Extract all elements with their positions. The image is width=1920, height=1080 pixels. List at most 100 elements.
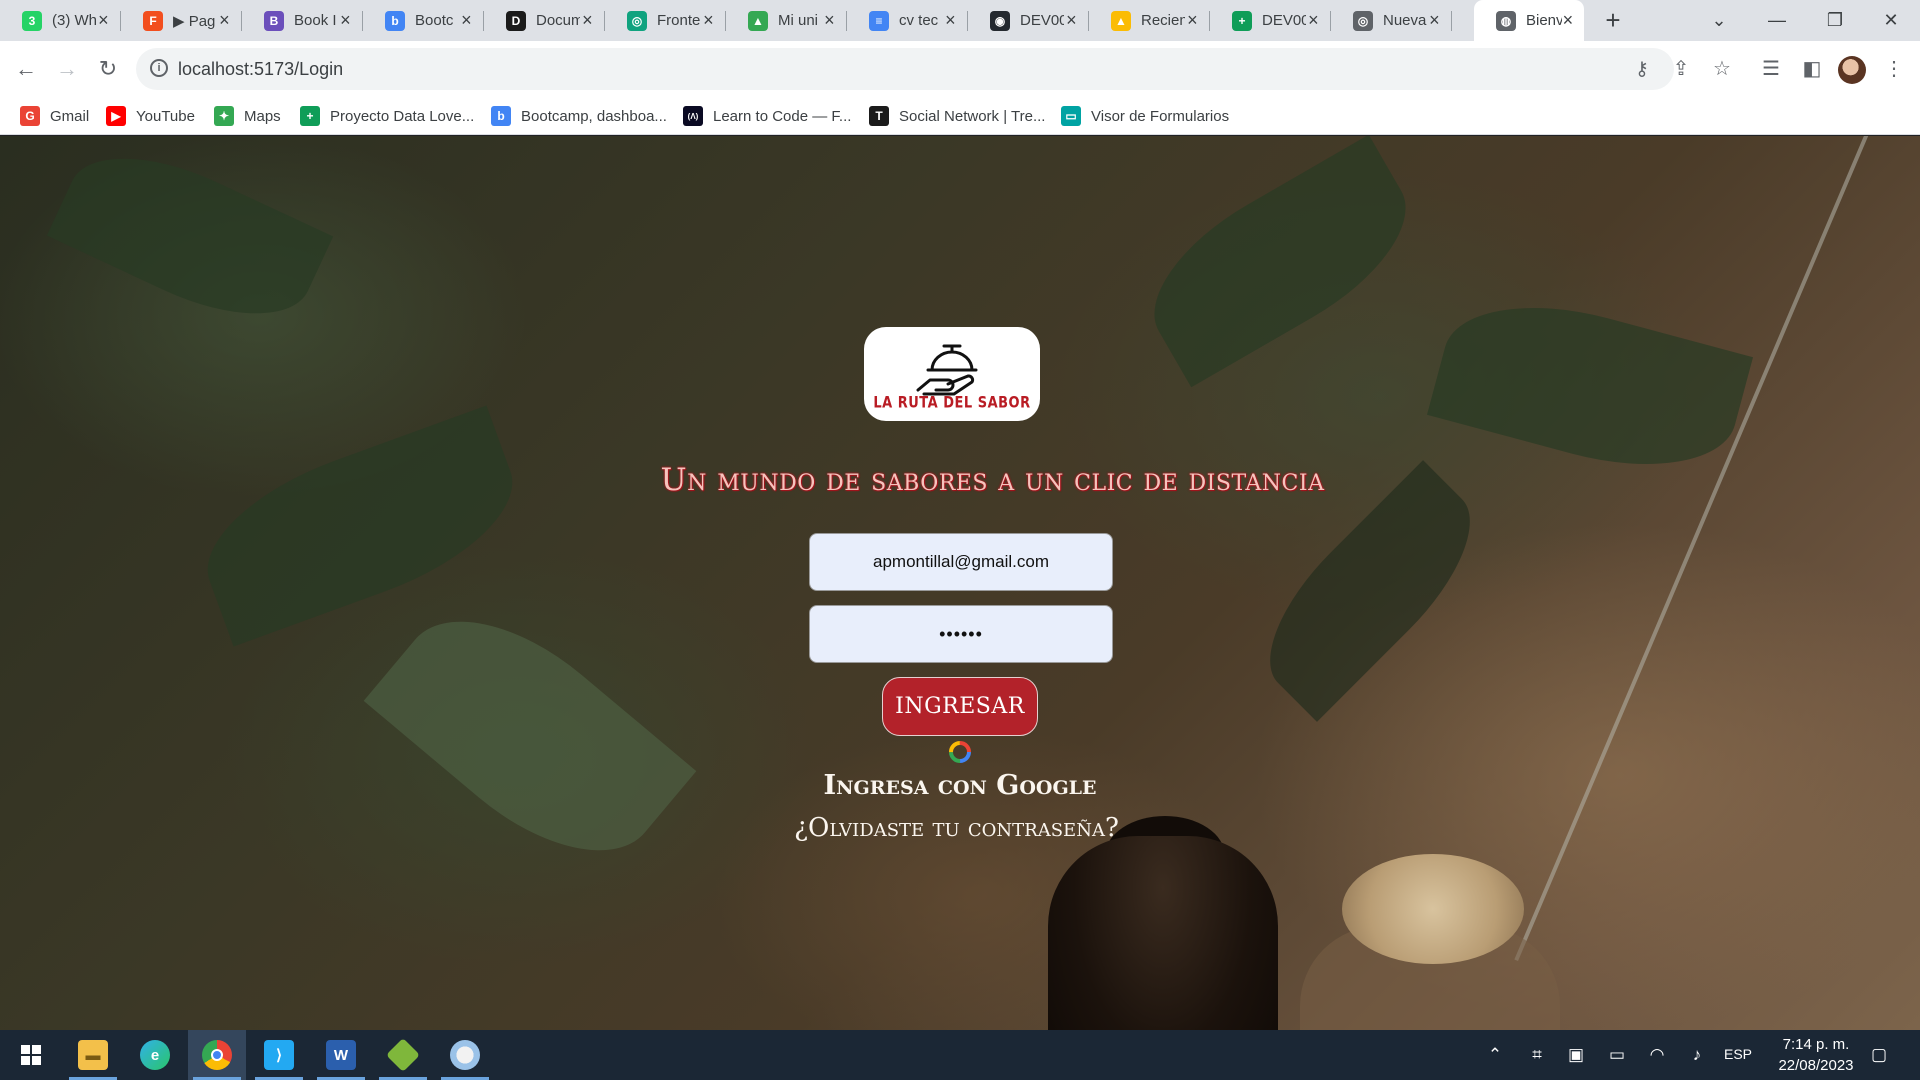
trello-icon: T [869, 106, 889, 126]
browser-tab[interactable]: ◉ DEV00 × [968, 0, 1089, 41]
menu-kebab-icon[interactable]: ⋮ [1878, 53, 1910, 85]
browser-tab[interactable]: F ▶ Pag × [121, 0, 242, 41]
tab-search-button[interactable]: ⌄ [1690, 0, 1748, 41]
key-icon[interactable]: ⚷ [1630, 58, 1654, 82]
browser-tab[interactable]: ◎ Nueva × [1331, 0, 1452, 41]
tab-close-button[interactable]: × [701, 10, 716, 31]
taskbar-file-explorer[interactable]: ▬ [64, 1030, 122, 1080]
tab-title: ▶ Pag [173, 12, 216, 30]
browser-tab[interactable]: ≡ cv tec × [847, 0, 968, 41]
volume-icon[interactable]: ♪ [1686, 1044, 1708, 1066]
book-icon: B [264, 10, 284, 31]
tab-close-button[interactable]: × [1185, 10, 1200, 31]
google-icon: G [20, 106, 40, 126]
page-tagline: Un mundo de sabores a un clic de distanc… [660, 462, 1325, 498]
camera-icon[interactable]: ⌗ [1526, 1044, 1548, 1066]
forgot-password-link[interactable]: ¿Olvidaste tu contraseña? [0, 813, 1913, 843]
edge-icon: e [140, 1040, 170, 1070]
bookmark-item[interactable]: T Social Network | Tre... [869, 97, 1045, 135]
notifications-icon[interactable]: ▢ [1868, 1044, 1890, 1066]
browser-tab[interactable]: ◎ Fronte × [605, 0, 726, 41]
display-icon[interactable]: ▣ [1565, 1044, 1587, 1066]
clock-time: 7:14 p. m. [1782, 1036, 1850, 1053]
logo-text: LA RUTA DEL SABOR [873, 394, 1031, 412]
taskbar-paint[interactable] [436, 1030, 494, 1080]
reading-list-icon[interactable]: ☰ [1755, 53, 1787, 85]
tab-close-button[interactable]: × [822, 10, 837, 31]
bookmark-item[interactable]: ▭ Visor de Formularios [1061, 97, 1229, 135]
bookmark-label: Maps [244, 107, 281, 125]
bookmark-item[interactable]: G Gmail [20, 97, 89, 135]
tab-close-button[interactable]: × [338, 10, 353, 31]
bookmark-item[interactable]: (Λ) Learn to Code — F... [683, 97, 851, 135]
address-bar[interactable]: i localhost:5173/Login ⚷ [136, 48, 1674, 90]
browser-tab[interactable]: b Bootc × [363, 0, 484, 41]
start-button[interactable] [2, 1030, 60, 1080]
tab-separator [1451, 11, 1452, 31]
site-info-icon[interactable]: i [150, 59, 168, 77]
tab-title: Docum [536, 12, 580, 29]
google-login-link[interactable]: Ingresa con Google [0, 770, 1920, 801]
tab-close-button[interactable]: × [1064, 10, 1079, 31]
reload-button[interactable]: ↻ [92, 53, 124, 85]
bookmark-item[interactable]: ✦ Maps [214, 97, 281, 135]
bookmark-star-icon[interactable]: ☆ [1706, 53, 1738, 85]
restore-button[interactable]: ❐ [1806, 0, 1864, 41]
bookmark-label: Social Network | Tre... [899, 107, 1046, 125]
chrome-icon: ◎ [1353, 10, 1373, 31]
close-window-button[interactable]: ✕ [1862, 0, 1920, 41]
start-icon [21, 1045, 41, 1065]
minimize-button[interactable]: — [1748, 0, 1806, 41]
share-icon[interactable]: ⇪ [1665, 53, 1697, 85]
browser-tab[interactable]: ▲ Mi uni × [726, 0, 847, 41]
tab-close-button[interactable]: × [943, 10, 958, 31]
url-text[interactable]: localhost:5173/Login [178, 59, 343, 80]
tab-title: Fronte [657, 12, 701, 29]
background-leaf [1126, 136, 1434, 388]
background-leaf [46, 136, 334, 346]
taskbar-word[interactable]: W [312, 1030, 370, 1080]
bookmark-label: Bootcamp, dashboa... [521, 107, 667, 125]
tab-close-button[interactable]: × [1427, 10, 1442, 31]
tab-close-button[interactable]: × [96, 10, 111, 31]
back-button[interactable]: ← [10, 53, 42, 85]
tab-close-button[interactable]: × [1562, 10, 1574, 31]
login-submit-button[interactable]: INGRESAR [882, 677, 1038, 736]
side-panel-icon[interactable]: ◧ [1796, 53, 1828, 85]
tab-title: Bootc [415, 12, 454, 29]
tab-title: Bienv [1526, 12, 1562, 29]
battery-icon[interactable]: ▭ [1606, 1044, 1628, 1066]
browser-tab[interactable]: ◍ Bienv × [1474, 0, 1584, 41]
wifi-icon[interactable]: ◠ [1646, 1044, 1668, 1066]
profile-avatar[interactable] [1838, 56, 1866, 84]
tab-close-button[interactable]: × [1306, 10, 1321, 31]
figma-icon: F [143, 10, 163, 31]
forward-button[interactable]: → [51, 53, 83, 85]
browser-tab[interactable]: + DEV00 × [1210, 0, 1331, 41]
background-cork [1342, 854, 1524, 964]
bookmark-item[interactable]: ▶ YouTube [106, 97, 195, 135]
taskbar-edge[interactable]: e [126, 1030, 184, 1080]
laboratoria-icon: b [491, 106, 511, 126]
browser-tab[interactable]: B Book I × [242, 0, 363, 41]
bookmark-item[interactable]: + Proyecto Data Love... [300, 97, 474, 135]
bookmark-item[interactable]: b Bootcamp, dashboa... [491, 97, 667, 135]
tab-close-button[interactable]: × [217, 10, 232, 31]
bookmark-label: Gmail [50, 107, 90, 125]
tray-overflow-icon[interactable]: ⌃ [1484, 1044, 1506, 1066]
browser-tab[interactable]: 3 (3) WhatsApp× [0, 0, 121, 41]
github-icon: ◉ [990, 10, 1010, 31]
email-field[interactable] [809, 533, 1113, 591]
browser-tab[interactable]: D Docum × [484, 0, 605, 41]
new-tab-button[interactable]: + [1598, 5, 1628, 35]
taskbar-vscode[interactable]: ⟩ [250, 1030, 308, 1080]
taskbar-git[interactable] [374, 1030, 432, 1080]
browser-tab[interactable]: ▲ Recien × [1089, 0, 1210, 41]
password-field[interactable] [809, 605, 1113, 663]
tab-close-button[interactable]: × [459, 10, 474, 31]
tab-close-button[interactable]: × [580, 10, 595, 31]
taskbar-chrome[interactable] [188, 1030, 246, 1080]
language-indicator[interactable]: ESP [1724, 1046, 1752, 1062]
system-clock[interactable]: 7:14 p. m. 22/08/2023 [1762, 1034, 1870, 1076]
google-icon[interactable] [948, 740, 972, 764]
